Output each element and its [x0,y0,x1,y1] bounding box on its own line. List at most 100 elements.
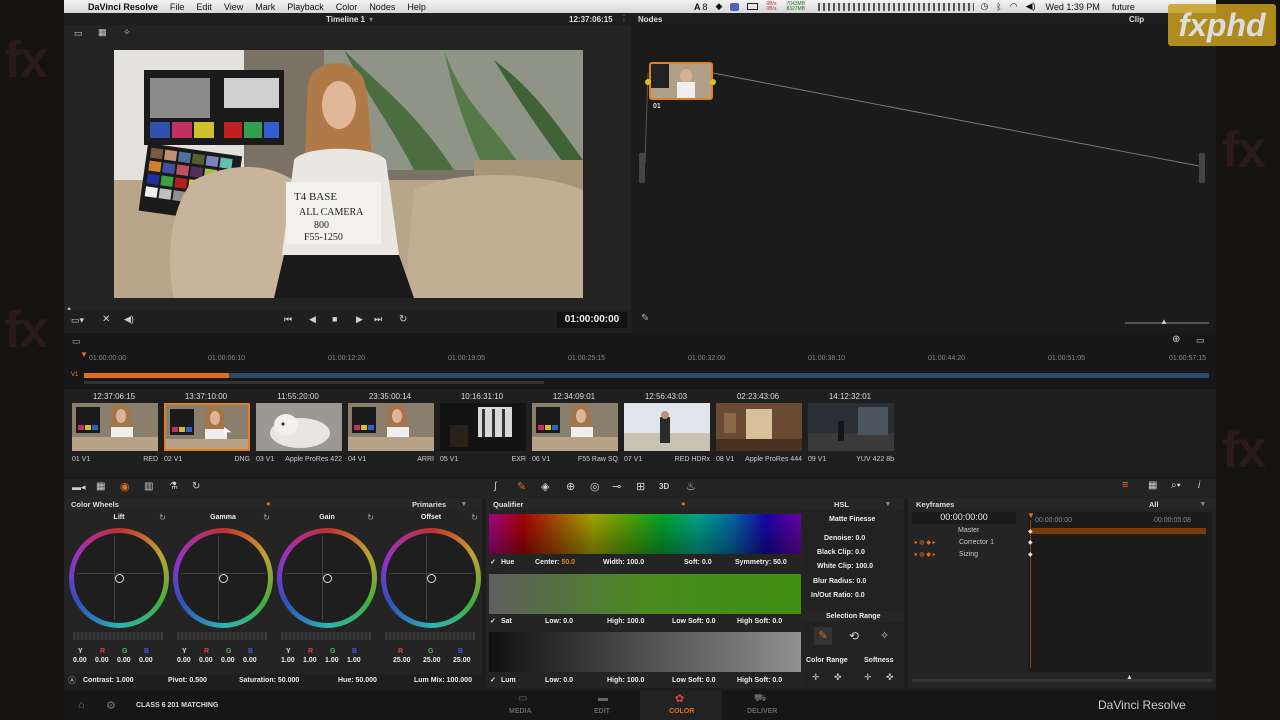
hue-symmetry[interactable]: Symmetry: 50.0 [735,559,787,566]
bypass-icon[interactable]: ✕ [102,314,110,325]
picker-plus-icon[interactable]: ⟲ [849,629,859,643]
home-icon[interactable]: ⌂ [78,699,85,711]
clip-thumbnail[interactable]: 14:12:32:01 09 V1 YUV 422 8b [806,389,894,469]
last-frame-icon[interactable]: ⏭ [374,314,382,325]
clip-image[interactable] [532,403,618,451]
stills-icon[interactable]: ▦ [1148,480,1157,491]
wheel-puck[interactable] [219,574,228,583]
sat-low[interactable]: Low: 0.0 [545,618,573,625]
wifi-icon[interactable]: ◠ [1010,1,1018,12]
kf-corrector-label[interactable]: Corrector 1 [959,539,994,546]
page-edit[interactable]: ▬ EDIT [574,690,634,720]
viewer-image[interactable]: T4 BASE ALL CAMERA 800 F55-1250 [114,50,583,298]
magic-wand-icon[interactable]: ✧ [123,27,131,38]
audio-icon[interactable]: ◀) [124,314,134,325]
clip-image[interactable] [440,403,526,451]
timecode-box[interactable]: 01:00:00:00 [557,312,627,328]
track-selected-clip[interactable] [84,373,229,378]
lum-high-soft[interactable]: High Soft: 0.0 [737,677,782,684]
wheel-puck[interactable] [323,574,332,583]
picker-feather-icon[interactable]: ✧ [880,629,889,642]
viewer-options-icon[interactable]: ⋮ [620,14,628,23]
wheel-channel-value[interactable]: 0.00 [221,657,235,664]
clip-image[interactable] [164,403,250,451]
kf-sizing-label[interactable]: Sizing [959,551,978,558]
keyframes-filter[interactable]: All [1149,500,1159,509]
menu-nodes[interactable]: Nodes [369,2,395,12]
master-wheel[interactable] [281,632,371,640]
window-icon[interactable]: ◈ [541,480,549,493]
clip-image[interactable] [808,403,894,451]
globe-icon[interactable]: ⊕ [1172,334,1180,345]
wheel-puck[interactable] [427,574,436,583]
node-editor[interactable]: Nodes Clip 01 ✎ ▲ [633,13,1216,333]
wheel-channel-value[interactable]: 0.00 [199,657,213,664]
sat-check-icon[interactable]: ✓ [490,617,496,625]
master-wheel[interactable] [73,632,163,640]
color-wheel[interactable] [173,528,273,628]
camera-raw-icon[interactable]: ▬◂ [72,482,86,493]
kf-key-3[interactable]: ◆ [1028,551,1033,558]
clip-thumbnail[interactable]: 11:55:20:00 03 V1 Apple ProRes 422 [254,389,342,469]
timeline-name[interactable]: Timeline 1 [326,15,365,24]
clip-thumbnail[interactable]: 12:56:43:03 07 V1 RED HDRx [622,389,710,469]
menu-mark[interactable]: Mark [255,2,275,12]
grid-icon[interactable]: ▦ [98,27,107,38]
soft-add-icon[interactable]: ✛ [864,672,872,683]
hue-width[interactable]: Width: 100.0 [603,559,644,566]
hue-value[interactable]: Hue: 50.000 [338,677,377,684]
clip-image[interactable] [624,403,710,451]
color-match-icon[interactable]: ▦ [96,481,105,492]
motion-icon[interactable]: ⚗ [169,481,178,492]
stop-icon[interactable]: ■ [332,314,337,324]
menu-app-name[interactable]: DaVinci Resolve [88,2,158,12]
wheel-channel-value[interactable]: 1.00 [303,657,317,664]
kf-key-2[interactable]: ◆ [1028,539,1033,546]
wheel-channel-value[interactable]: 0.00 [95,657,109,664]
range-sub-icon[interactable]: ✜ [834,672,842,683]
kf-scrollbar[interactable] [912,679,1212,682]
color-wheels-icon[interactable]: ◉ [120,480,130,493]
wheel-channel-value[interactable]: 0.00 [73,657,87,664]
first-frame-icon[interactable]: ⏮ [284,314,292,325]
sat-high[interactable]: High: 100.0 [607,618,644,625]
wheel-channel-value[interactable]: 1.00 [325,657,339,664]
master-wheel[interactable] [385,632,475,640]
kf-playhead-icon[interactable]: ▼ [1027,511,1035,520]
wheel-channel-value[interactable]: 25.00 [393,657,411,664]
wheel-channel-value[interactable]: 0.00 [139,657,153,664]
reset-icon[interactable]: ↻ [263,513,270,522]
clip-thumbnail[interactable]: 23:35:00:14 04 V1 ARRI [346,389,434,469]
wheel-channel-value[interactable]: 25.00 [453,657,471,664]
wheel-puck[interactable] [115,574,124,583]
wheels-mode[interactable]: Primaries [412,500,446,509]
adobe-icon[interactable]: A [694,2,701,12]
reset-icon[interactable]: ↻ [159,513,166,522]
curves-icon[interactable]: ∫ [494,481,497,492]
monitor-icon[interactable] [747,3,759,10]
clock[interactable]: Wed 1:39 PM [1045,2,1099,12]
hue-center[interactable]: Center: 50.0 [535,559,575,566]
sat-low-soft[interactable]: Low Soft: 0.0 [672,618,716,625]
clip-image[interactable] [256,403,342,451]
lum-bar[interactable] [489,632,801,672]
menu-playback[interactable]: Playback [287,2,324,12]
lum-mix-value[interactable]: Lum Mix: 100.000 [414,677,472,684]
stereo-3d-icon[interactable]: 3D [659,482,669,491]
wheel-channel-value[interactable]: 1.00 [347,657,361,664]
key-icon[interactable]: ⊸ [612,480,621,493]
zoom-slider-thumb[interactable]: ▲ [1160,317,1168,326]
clip-thumbnail[interactable]: 10:16:31:10 05 V1 EXR [438,389,526,469]
keyframes-filter-icon[interactable]: ▾ [1201,499,1205,508]
page-color[interactable]: ✿ COLOR [640,690,722,720]
hsl-label[interactable]: HSL [834,500,849,509]
viewer-layout-icon[interactable]: ▭ [74,28,83,39]
footer-a-icon[interactable]: Ⓐ [68,675,76,686]
app-icon[interactable] [730,2,740,11]
blur-icon[interactable]: ◎ [590,480,600,493]
lum-low-soft[interactable]: Low Soft: 0.0 [672,677,716,684]
track-v1[interactable] [84,373,1209,378]
master-wheel[interactable] [177,632,267,640]
kf-master-bar[interactable] [1030,528,1206,534]
user-name[interactable]: future [1112,2,1135,12]
